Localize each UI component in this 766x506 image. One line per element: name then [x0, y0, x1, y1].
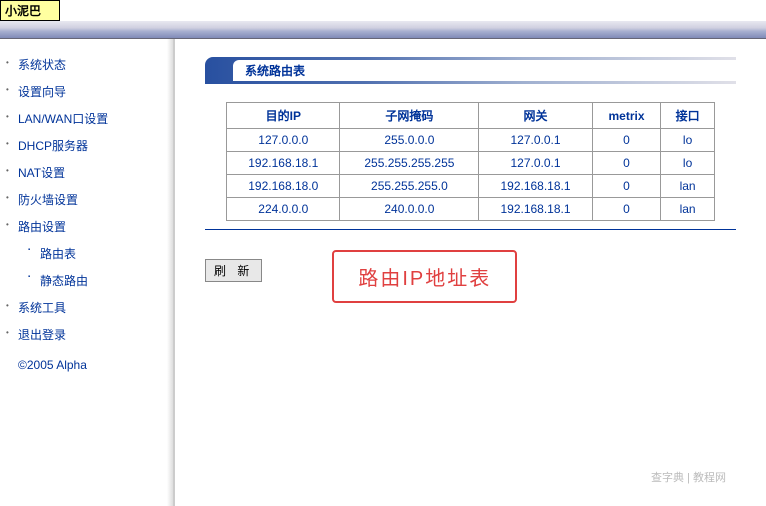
nav-lan-wan[interactable]: LAN/WAN口设置	[18, 105, 165, 132]
table-cell: 0	[592, 152, 661, 175]
table-cell: lo	[661, 152, 714, 175]
main-panel: 系统路由表 目的IP 子网掩码 网关 metrix 接口 127.0.0.025…	[175, 39, 766, 506]
nav-routing-sub: 路由表 静态路由	[18, 240, 165, 294]
nav-system-tools[interactable]: 系统工具	[18, 294, 165, 321]
table-cell: 127.0.0.1	[479, 152, 592, 175]
table-row: 127.0.0.0255.0.0.0127.0.0.10lo	[227, 129, 715, 152]
table-cell: 0	[592, 129, 661, 152]
table-cell: 255.255.255.0	[340, 175, 479, 198]
nav-dhcp[interactable]: DHCP服务器	[18, 132, 165, 159]
nav-route-table[interactable]: 路由表	[40, 240, 165, 267]
table-cell: 255.0.0.0	[340, 129, 479, 152]
nav-static-route[interactable]: 静态路由	[40, 267, 165, 294]
main-container: 系统状态 设置向导 LAN/WAN口设置 DHCP服务器 NAT设置 防火墙设置…	[0, 39, 766, 506]
action-row: 刷 新 路由IP地址表	[205, 238, 736, 303]
route-table: 目的IP 子网掩码 网关 metrix 接口 127.0.0.0255.0.0.…	[226, 102, 715, 221]
nav-setup-wizard[interactable]: 设置向导	[18, 78, 165, 105]
copyright: ©2005 Alpha	[18, 358, 165, 372]
table-cell: 192.168.18.0	[227, 175, 340, 198]
table-row: 192.168.18.1255.255.255.255127.0.0.10lo	[227, 152, 715, 175]
section-title: 系统路由表	[233, 60, 736, 81]
th-netmask: 子网掩码	[340, 103, 479, 129]
table-row: 224.0.0.0240.0.0.0192.168.18.10lan	[227, 198, 715, 221]
table-cell: lan	[661, 175, 714, 198]
nav-nat[interactable]: NAT设置	[18, 159, 165, 186]
table-cell: 192.168.18.1	[479, 198, 592, 221]
table-cell: 240.0.0.0	[340, 198, 479, 221]
table-cell: 0	[592, 198, 661, 221]
table-cell: 255.255.255.255	[340, 152, 479, 175]
table-cell: lo	[661, 129, 714, 152]
sidebar: 系统状态 设置向导 LAN/WAN口设置 DHCP服务器 NAT设置 防火墙设置…	[0, 39, 175, 506]
table-cell: 0	[592, 175, 661, 198]
header-gradient-bar	[0, 21, 766, 39]
th-gateway: 网关	[479, 103, 592, 129]
nav-routing[interactable]: 路由设置	[18, 213, 165, 240]
nav-firewall[interactable]: 防火墙设置	[18, 186, 165, 213]
table-cell: 192.168.18.1	[479, 175, 592, 198]
table-cell: 127.0.0.0	[227, 129, 340, 152]
divider	[205, 229, 736, 230]
watermark: 查字典 | 教程网	[651, 469, 726, 485]
table-cell: 224.0.0.0	[227, 198, 340, 221]
table-row: 192.168.18.0255.255.255.0192.168.18.10la…	[227, 175, 715, 198]
section-header: 系统路由表	[205, 57, 736, 84]
table-cell: lan	[661, 198, 714, 221]
th-dest-ip: 目的IP	[227, 103, 340, 129]
nav-list: 系统状态 设置向导 LAN/WAN口设置 DHCP服务器 NAT设置 防火墙设置…	[18, 51, 165, 348]
th-interface: 接口	[661, 103, 714, 129]
table-header-row: 目的IP 子网掩码 网关 metrix 接口	[227, 103, 715, 129]
table-cell: 127.0.0.1	[479, 129, 592, 152]
nav-system-status[interactable]: 系统状态	[18, 51, 165, 78]
table-cell: 192.168.18.1	[227, 152, 340, 175]
window-title: 小泥巴	[0, 0, 60, 21]
th-metrix: metrix	[592, 103, 661, 129]
annotation-callout: 路由IP地址表	[332, 250, 517, 303]
refresh-button[interactable]: 刷 新	[205, 259, 262, 282]
nav-logout[interactable]: 退出登录	[18, 321, 165, 348]
